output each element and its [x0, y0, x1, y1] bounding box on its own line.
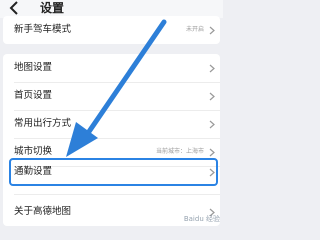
back-chevron-icon[interactable] [7, 0, 21, 16]
highlight-box [9, 158, 218, 186]
watermark: Baidu 经验 [183, 215, 220, 223]
row-label: 城市切换 [14, 146, 53, 157]
settings-row-homepage[interactable]: 首页设置 [3, 82, 220, 110]
chevron-right-icon [209, 92, 215, 101]
row-label: 首页设置 [14, 90, 53, 101]
page-title: 设置 [40, 1, 65, 15]
divider [14, 194, 220, 195]
chevron-right-icon [209, 64, 215, 73]
settings-list-card: 地图设置 首页设置 常用出行方式 城市切换 当前城市：上海市 通勤设置 关于高德… [3, 54, 220, 226]
settings-row-newbie-driving[interactable]: 新手驾车模式 未开启 [3, 16, 220, 44]
chevron-right-icon [209, 26, 215, 35]
settings-row-travel-mode[interactable]: 常用出行方式 [3, 110, 220, 138]
chevron-right-icon [209, 148, 215, 157]
settings-row-map[interactable]: 地图设置 [3, 54, 220, 82]
row-label: 新手驾车模式 [14, 24, 72, 35]
chevron-right-icon [209, 120, 215, 129]
row-label: 常用出行方式 [14, 118, 72, 129]
row-value: 未开启 [185, 26, 204, 33]
row-label: 关于高德地图 [14, 206, 72, 217]
row-label: 地图设置 [14, 62, 53, 73]
driving-mode-card: 新手驾车模式 未开启 [3, 16, 220, 44]
row-value: 当前城市：上海市 [155, 148, 204, 155]
